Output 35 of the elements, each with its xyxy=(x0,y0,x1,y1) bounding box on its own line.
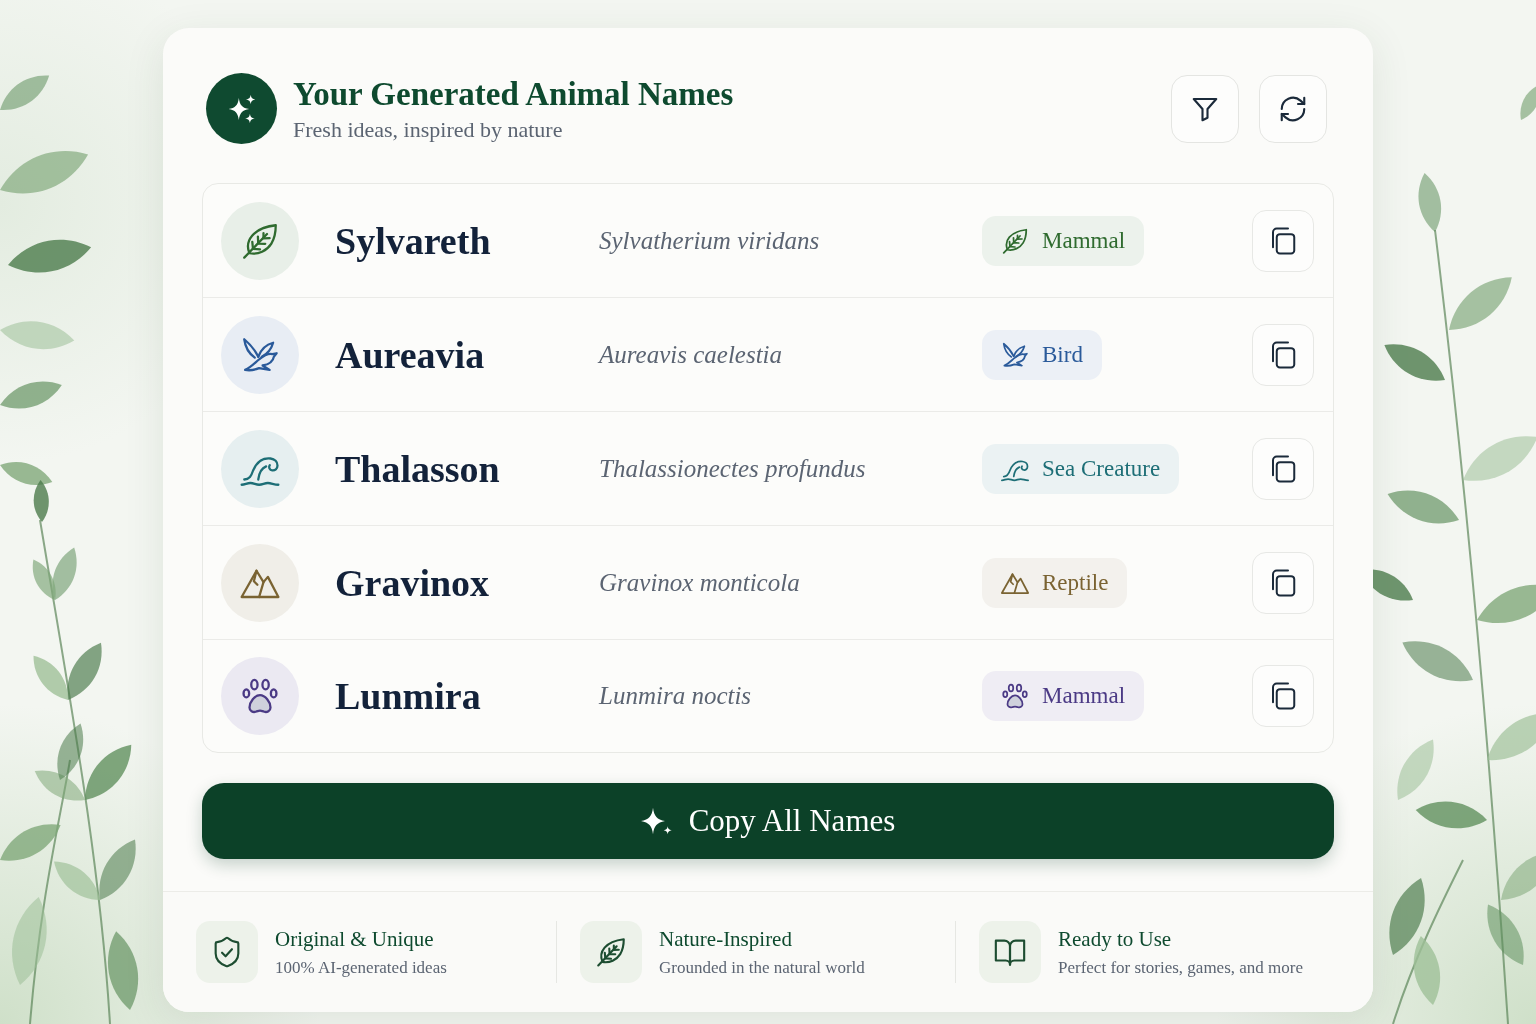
copy-button[interactable] xyxy=(1252,323,1314,386)
category-label: Mammal xyxy=(1042,683,1126,709)
scientific-name: Thalassionectes profundus xyxy=(599,454,867,483)
scientific-name: Sylvatherium viridans xyxy=(599,226,821,255)
scientific-name: Gravinox monticola xyxy=(599,568,801,597)
page-subtitle: Fresh ideas, inspired by nature xyxy=(293,115,564,144)
copy-button[interactable] xyxy=(1252,665,1314,727)
page-title: Your Generated Animal Names xyxy=(293,74,735,114)
scientific-name: Aureavis caelestia xyxy=(599,340,784,369)
feature-title: Nature-Inspired xyxy=(659,926,793,952)
category-label: Sea Creature xyxy=(1042,455,1161,482)
category-label: Bird xyxy=(1042,341,1083,368)
open-book-icon xyxy=(979,921,1041,983)
refresh-button[interactable] xyxy=(1259,74,1327,143)
feature-description: Perfect for stories, games, and more xyxy=(1058,957,1303,978)
animal-name: Gravinox xyxy=(335,560,491,605)
copy-all-button[interactable]: Copy All Names xyxy=(202,783,1334,859)
feature-description: Grounded in the natural world xyxy=(659,957,865,978)
animal-name: Lunmira xyxy=(335,674,482,718)
animal-name: Thalasson xyxy=(335,446,501,491)
copy-button[interactable] xyxy=(1252,437,1314,500)
copy-button[interactable] xyxy=(1252,551,1314,614)
filter-button[interactable] xyxy=(1171,74,1239,143)
category-label: Reptile xyxy=(1042,569,1109,596)
animal-name: Aureavia xyxy=(335,332,486,377)
category-label: Mammal xyxy=(1042,227,1126,254)
feature-title: Ready to Use xyxy=(1058,926,1173,952)
shield-check-icon xyxy=(196,921,258,983)
feature-description: 100% AI-generated ideas xyxy=(275,957,447,978)
feature-title: Original & Unique xyxy=(275,926,435,952)
copy-button[interactable] xyxy=(1252,209,1314,272)
paw-print-icon xyxy=(1000,681,1030,711)
animal-name: Sylvareth xyxy=(335,218,492,263)
scientific-name: Lunmira noctis xyxy=(599,682,753,710)
leaf-icon xyxy=(580,921,642,983)
